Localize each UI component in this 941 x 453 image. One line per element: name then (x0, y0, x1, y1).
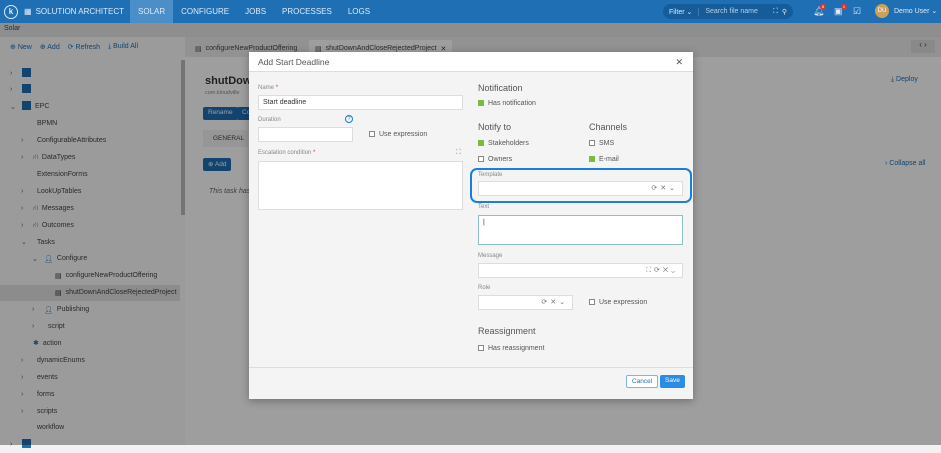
template-label: Template (478, 172, 503, 178)
chevron-down-icon[interactable]: ⌄ (559, 299, 568, 306)
clear-icon[interactable]: ✕ (660, 185, 669, 192)
name-input[interactable]: Start deadline (258, 95, 463, 110)
nav-processes[interactable]: PROCESSES (274, 0, 340, 23)
channels-heading: Channels (589, 122, 628, 132)
has-notification-checkbox[interactable]: Has notification (478, 100, 536, 107)
chevron-down-icon[interactable]: ⌄ (669, 185, 678, 192)
sms-checkbox[interactable]: SMS (589, 140, 614, 147)
nav-solar[interactable]: SOLAR (130, 0, 174, 23)
nav-jobs[interactable]: JOBS (237, 0, 274, 23)
add-start-deadline-dialog: Add Start Deadline ✕ Name * Start deadli… (249, 52, 693, 399)
escalation-label: Escalation condition * (258, 150, 316, 156)
cancel-button[interactable]: Cancel (626, 375, 659, 388)
stakeholders-checkbox[interactable]: Stakeholders (478, 140, 529, 147)
top-nav: k ▦ SOLUTION ARCHITECT SOLAR CONFIGURE J… (0, 0, 941, 23)
search-input[interactable]: Search file name (699, 8, 773, 15)
notification-badge: 8 (820, 4, 826, 10)
has-reassignment-checkbox[interactable]: Has reassignment (478, 345, 544, 352)
search-icon[interactable]: ⚲ (782, 8, 787, 16)
escalation-condition-editor[interactable] (258, 161, 463, 210)
search-bar: Filter ⌄ Search file name ⛶ ⚲ (663, 4, 793, 19)
save-button[interactable]: Save (660, 375, 685, 388)
clipboard-icon[interactable]: ☑ (853, 6, 861, 17)
avatar[interactable]: DU (875, 4, 889, 18)
chevron-down-icon[interactable]: ⌄ (671, 267, 678, 274)
help-icon[interactable]: ? (345, 115, 353, 123)
filter-dropdown[interactable]: Filter ⌄ (663, 7, 700, 16)
name-label: Name * (258, 85, 279, 91)
close-icon[interactable]: ✕ (675, 57, 683, 68)
refresh-icon[interactable]: ⟳ (651, 185, 660, 192)
expand-icon[interactable]: ⛶ (646, 267, 654, 274)
role-label: Role (478, 285, 491, 291)
expand-icon[interactable]: ⛶ (456, 149, 461, 157)
footer-divider (249, 367, 693, 368)
role-use-expression-checkbox[interactable]: Use expression (589, 299, 647, 306)
text-input[interactable]: | (478, 215, 683, 245)
logo-icon[interactable]: k (4, 4, 18, 19)
notify-to-heading: Notify to (478, 122, 512, 132)
message-select[interactable]: ⛶⟳✕⌄ (478, 263, 683, 278)
nav-configure[interactable]: CONFIGURE (173, 0, 237, 23)
owners-checkbox[interactable]: Owners (478, 156, 512, 163)
task-badge: 1 (841, 4, 847, 10)
clear-icon[interactable]: ✕ (663, 267, 671, 274)
text-label: Text (478, 204, 490, 210)
expand-icon[interactable]: ⛶ (773, 8, 778, 16)
notification-heading: Notification (478, 83, 523, 93)
refresh-icon[interactable]: ⟳ (654, 267, 663, 274)
clear-icon[interactable]: ✕ (550, 299, 559, 306)
refresh-icon[interactable]: ⟳ (541, 299, 550, 306)
duration-input[interactable] (258, 127, 353, 142)
message-label: Message (478, 253, 503, 259)
dialog-title: Add Start Deadline (258, 56, 330, 67)
app-title[interactable]: SOLUTION ARCHITECT (36, 7, 124, 16)
reassignment-heading: Reassignment (478, 326, 536, 336)
nav-logs[interactable]: LOGS (340, 0, 378, 23)
duration-label: Duration (258, 117, 281, 123)
apps-grid-icon[interactable]: ▦ (24, 7, 32, 16)
user-menu[interactable]: Demo User ⌄ (894, 7, 937, 15)
email-checkbox[interactable]: E-mail (589, 156, 619, 163)
template-select[interactable]: ⟳✕⌄ (478, 181, 683, 196)
role-select[interactable]: ⟳✕⌄ (478, 295, 573, 310)
use-expression-checkbox[interactable]: Use expression (369, 131, 427, 138)
